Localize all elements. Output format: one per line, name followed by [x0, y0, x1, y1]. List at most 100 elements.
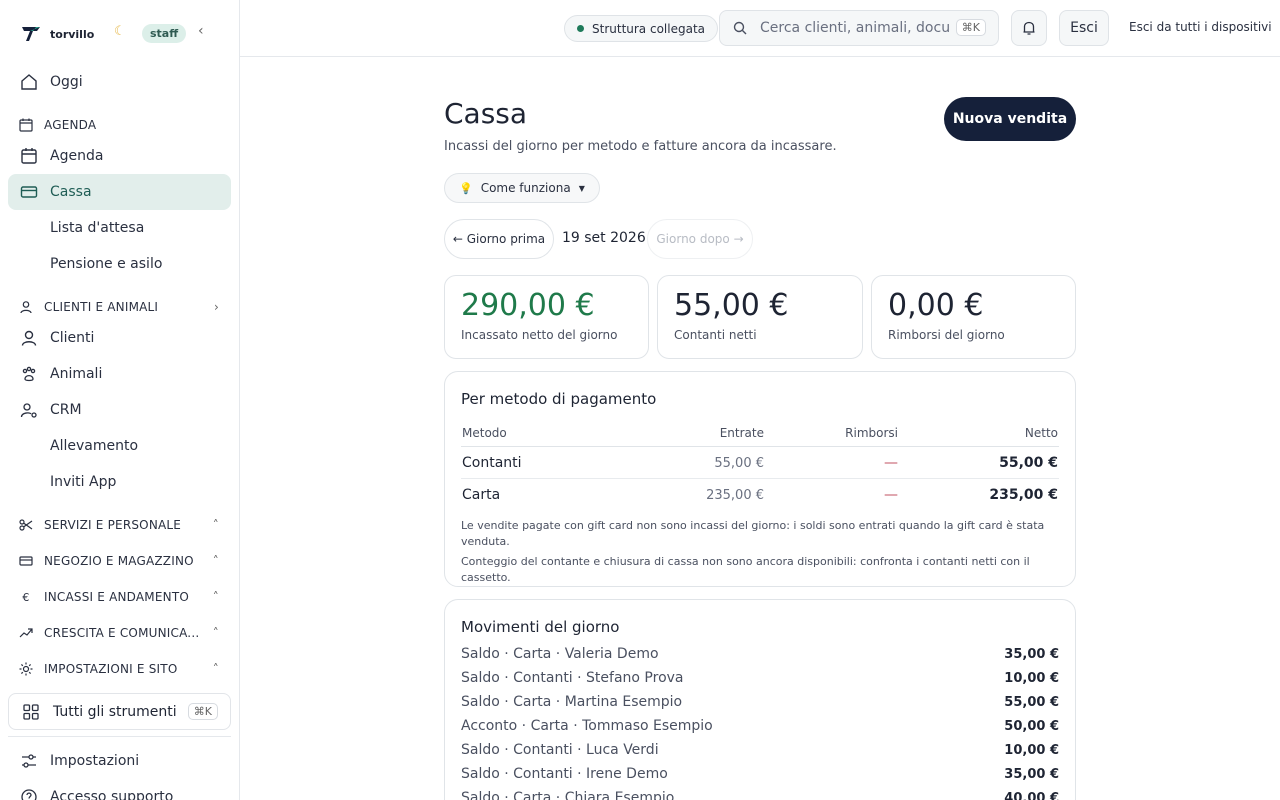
movement-amount: 50,00 €	[1004, 718, 1059, 734]
stat-label: Incassato netto del giorno	[461, 328, 618, 342]
section-label: IMPOSTAZIONI E SITO	[44, 662, 178, 676]
gift-card-note: Le vendite pagate con gift card non sono…	[461, 519, 1045, 548]
section-crescita[interactable]: CRESCITA E COMUNICA... ˄	[8, 622, 231, 644]
sidebar-item-supporto[interactable]: Accesso supporto	[8, 779, 231, 800]
caret-down-icon: ▼	[578, 183, 585, 193]
search-icon	[732, 20, 750, 36]
chevron-up-icon: ˄	[212, 554, 219, 568]
sidebar-item-crm[interactable]: CRM	[8, 392, 231, 428]
movement-amount: 10,00 €	[1004, 670, 1059, 686]
section-impostazioni[interactable]: IMPOSTAZIONI E SITO ˄	[8, 658, 231, 680]
sidebar-item-label: Inviti App	[50, 474, 117, 490]
column-header: Metodo	[461, 422, 661, 447]
sun-icon	[8, 662, 44, 676]
cell-method: Carta	[462, 487, 501, 503]
search-input[interactable]	[760, 20, 950, 36]
trend-up-icon	[8, 626, 44, 640]
section-label: INCASSI E ANDAMENTO	[44, 590, 189, 604]
sidebar-item-clienti[interactable]: Clienti	[8, 320, 231, 356]
section-label: CRESCITA E COMUNICA...	[44, 626, 200, 640]
column-header: Entrate	[661, 422, 765, 447]
section-servizi[interactable]: SERVIZI E PERSONALE ˄	[8, 514, 231, 536]
all-tools-label: Tutti gli strumenti	[53, 703, 177, 720]
list-item[interactable]: Saldo · Carta · Chiara Esempio 40,00 €	[461, 786, 1059, 800]
stat-card-refunds: 0,00 € Rimborsi del giorno	[871, 275, 1076, 359]
cell-net: 235,00 €	[989, 487, 1058, 503]
sidebar-item-animali[interactable]: Animali	[8, 356, 231, 392]
structure-status-badge[interactable]: Struttura collegata	[564, 15, 718, 42]
column-header: Rimborsi	[765, 422, 899, 447]
chevron-up-icon: ˄	[212, 626, 219, 640]
all-tools-button[interactable]: Tutti gli strumenti ⌘K	[8, 693, 231, 730]
section-clienti[interactable]: CLIENTI E ANIMALI ›	[8, 296, 231, 318]
user-icon	[8, 329, 50, 347]
help-icon	[8, 788, 50, 800]
staff-badge: staff	[142, 24, 187, 43]
section-label: NEGOZIO E MAGAZZINO	[44, 554, 194, 568]
sidebar-item-label: CRM	[50, 402, 82, 418]
sidebar-item-pensione[interactable]: Pensione e asilo	[8, 246, 231, 282]
stat-card-net-income: 290,00 € Incassato netto del giorno	[444, 275, 649, 359]
list-item[interactable]: Saldo · Carta · Valeria Demo 35,00 €	[461, 642, 1059, 666]
stat-value: 0,00 €	[888, 288, 984, 323]
topbar: Struttura collegata ⌘K Esci Esci da tutt…	[240, 0, 1280, 57]
sidebar-item-agenda[interactable]: Agenda	[8, 138, 231, 174]
movement-amount: 40,00 €	[1004, 790, 1059, 800]
sidebar-item-label: Allevamento	[50, 438, 139, 454]
list-item[interactable]: Saldo · Carta · Martina Esempio 55,00 €	[461, 690, 1059, 714]
section-incassi[interactable]: € INCASSI E ANDAMENTO ˄	[8, 586, 231, 608]
stat-label: Contanti netti	[674, 328, 757, 342]
sidebar-item-allevamento[interactable]: Allevamento	[8, 428, 231, 464]
notifications-button[interactable]	[1011, 10, 1047, 46]
brand[interactable]: torvillo ☾ staff ‹	[20, 22, 204, 46]
chevron-right-icon: ›	[214, 300, 219, 314]
moon-icon[interactable]: ☾	[114, 24, 126, 39]
movement-description: Acconto · Carta · Tommaso Esempio	[461, 718, 713, 734]
section-agenda: AGENDA	[8, 114, 231, 136]
credit-card-icon	[8, 183, 50, 201]
movement-description: Saldo · Contanti · Irene Demo	[461, 766, 668, 782]
new-sale-button[interactable]: Nuova vendita	[944, 97, 1076, 141]
section-negozio[interactable]: NEGOZIO E MAGAZZINO ˄	[8, 550, 231, 572]
logout-button[interactable]: Esci	[1059, 10, 1109, 46]
list-item[interactable]: Saldo · Contanti · Stefano Prova 10,00 €	[461, 666, 1059, 690]
table-row: Carta 235,00 € — 235,00 €	[461, 479, 1059, 511]
sidebar-item-label: Cassa	[50, 184, 92, 200]
movement-amount: 35,00 €	[1004, 646, 1059, 662]
page-title: Cassa	[444, 97, 528, 130]
divider	[8, 736, 231, 737]
euro-icon: €	[22, 590, 30, 604]
daily-movements-card: Movimenti del giorno Saldo · Carta · Val…	[444, 599, 1076, 800]
list-item[interactable]: Acconto · Carta · Tommaso Esempio 50,00 €	[461, 714, 1059, 738]
cell-refund: —	[884, 487, 898, 503]
movement-description: Saldo · Carta · Chiara Esempio	[461, 790, 675, 800]
chevron-up-icon: ˄	[212, 662, 219, 676]
movement-amount: 55,00 €	[1004, 694, 1059, 710]
sidebar-item-cassa[interactable]: Cassa	[8, 174, 231, 210]
calendar-icon	[8, 118, 44, 132]
paw-icon	[8, 365, 50, 383]
previous-day-button[interactable]: ← Giorno prima	[444, 219, 554, 259]
collapse-sidebar-icon[interactable]: ‹	[198, 23, 204, 39]
sidebar-item-oggi[interactable]: Oggi	[8, 64, 231, 100]
list-item[interactable]: Saldo · Contanti · Irene Demo 35,00 €	[461, 762, 1059, 786]
sidebar-item-impostazioni[interactable]: Impostazioni	[8, 743, 231, 779]
movement-description: Saldo · Carta · Valeria Demo	[461, 646, 659, 662]
box-icon	[8, 554, 44, 568]
global-search[interactable]: ⌘K	[719, 10, 999, 46]
cell-method: Contanti	[461, 446, 661, 479]
sidebar-item-label: Accesso supporto	[50, 789, 174, 800]
cell-net: 55,00 €	[899, 446, 1059, 479]
how-it-works-toggle[interactable]: 💡 Come funziona ▼	[444, 173, 600, 203]
next-day-button[interactable]: Giorno dopo →	[647, 219, 753, 259]
table-row: Contanti 55,00 € — 55,00 €	[461, 446, 1059, 479]
chevron-up-icon: ˄	[212, 590, 219, 604]
sidebar-item-label: Oggi	[50, 74, 83, 90]
logout-all-link[interactable]: Esci da tutti i dispositivi	[1129, 20, 1272, 34]
section-label: SERVIZI E PERSONALE	[44, 518, 182, 532]
sliders-icon	[8, 752, 50, 770]
list-item[interactable]: Saldo · Contanti · Luca Verdi 10,00 €	[461, 738, 1059, 762]
movement-description: Saldo · Contanti · Luca Verdi	[461, 742, 659, 758]
sidebar-item-inviti[interactable]: Inviti App	[8, 464, 231, 500]
sidebar-item-lista-attesa[interactable]: Lista d'attesa	[8, 210, 231, 246]
